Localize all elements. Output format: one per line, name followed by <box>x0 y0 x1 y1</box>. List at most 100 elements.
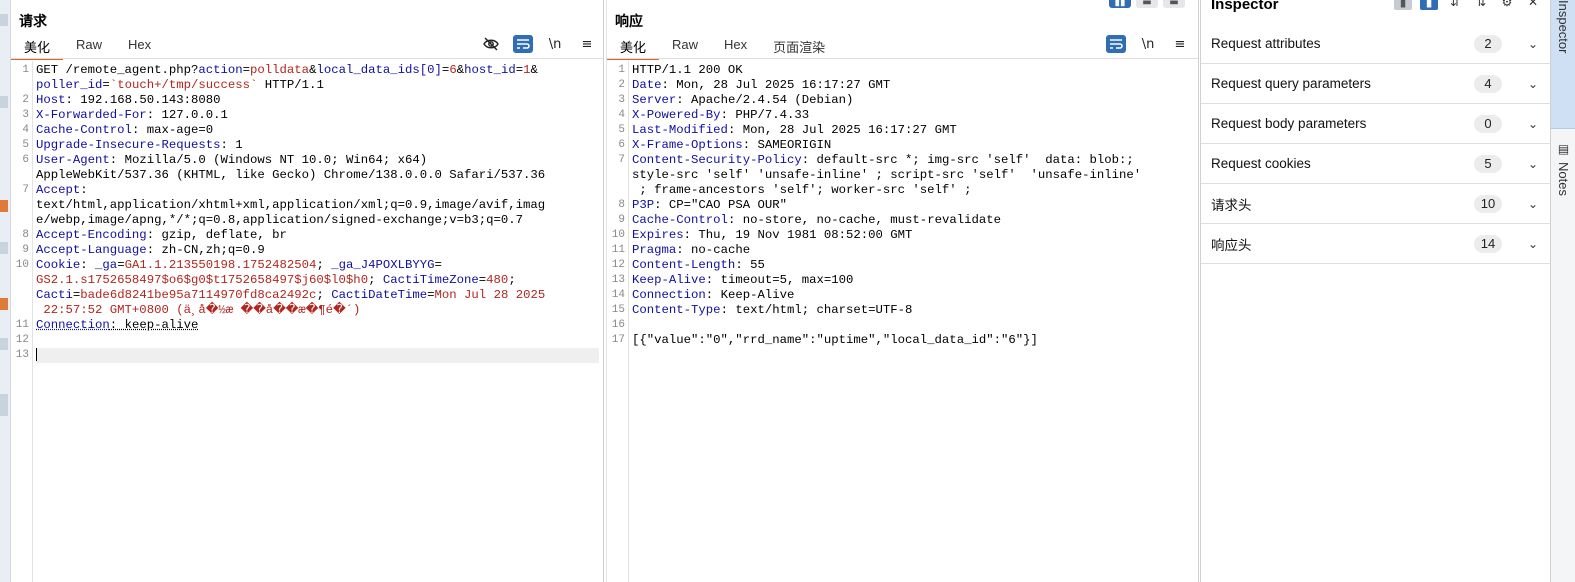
edge-mark <box>0 338 8 350</box>
split-vertical-icon[interactable]: ▬ <box>1136 0 1158 8</box>
chevron-down-icon[interactable]: ⌄ <box>1528 117 1538 131</box>
close-icon[interactable]: ✕ <box>1524 0 1542 10</box>
inspector-panel: Inspector ▮ ▮ ⇵ ⇅ ⚙ ✕ Request attributes… <box>1200 0 1550 582</box>
layout-buttons: ▮▮ ▬ ▬ <box>1109 0 1185 8</box>
tab-raw[interactable]: Raw <box>659 34 711 58</box>
code-line: 10 Expires: Thu, 19 Nov 1981 08:52:00 GMT <box>632 228 1194 243</box>
edge-mark <box>0 298 8 310</box>
code-line: 9 Cache-Control: no-store, no-cache, must… <box>632 213 1194 228</box>
code-line: 12 Content-Length: 55 <box>632 258 1194 273</box>
code-line: 3 Server: Apache/2.4.54 (Debian) <box>632 93 1194 108</box>
chevron-down-icon[interactable]: ⌄ <box>1528 37 1538 51</box>
section-label: Request attributes <box>1211 36 1321 51</box>
text-caret <box>36 348 37 361</box>
layout-right-icon[interactable]: ▮ <box>1420 0 1438 10</box>
tab-render[interactable]: 页面渲染 <box>760 34 838 58</box>
code-line: 2 Date: Mon, 28 Jul 2025 16:17:27 GMT <box>632 78 1194 93</box>
eye-slash-icon[interactable] <box>481 35 501 53</box>
edge-mark <box>0 96 8 108</box>
notes-icon: ▤ <box>1558 142 1569 156</box>
code-line: ; frame-ancestors 'self'; worker-src 'se… <box>632 183 1194 198</box>
split-horizontal-icon[interactable]: ▮▮ <box>1109 0 1131 8</box>
edge-mark <box>0 242 8 254</box>
code-line: 7 Content-Security-Policy: default-src *;… <box>632 153 1194 168</box>
tab-pretty[interactable]: 美化 <box>607 34 659 60</box>
request-title: 请求 <box>19 11 47 31</box>
tab-hex[interactable]: Hex <box>711 34 760 58</box>
section-request-headers[interactable]: 请求头 10 ⌄ <box>1201 184 1550 224</box>
inspector-sections: Request attributes 2 ⌄ Request query par… <box>1201 24 1550 264</box>
request-tabs: 美化 Raw Hex <box>11 34 164 58</box>
section-label: Request body parameters <box>1211 116 1366 131</box>
collapse-all-icon[interactable]: ⇅ <box>1472 0 1490 10</box>
response-tabs: 美化 Raw Hex 页面渲染 <box>607 34 838 58</box>
count-badge: 5 <box>1474 155 1502 173</box>
wrap-icon[interactable] <box>1106 35 1126 53</box>
response-toolbar: \n ≡ <box>1106 35 1190 53</box>
code-line: 13 Keep-Alive: timeout=5, max=100 <box>632 273 1194 288</box>
menu-icon[interactable]: ≡ <box>1170 35 1190 53</box>
response-pane: 响应 美化 Raw Hex 页面渲染 \n ≡ 1 HTTP/1.1 200 OK… <box>606 0 1199 582</box>
chevron-down-icon[interactable]: ⌄ <box>1528 237 1538 251</box>
section-label: 响应头 <box>1211 234 1252 254</box>
section-label: Request cookies <box>1211 156 1311 171</box>
tabs-layout-icon[interactable]: ▬ <box>1163 0 1185 8</box>
side-tab-notes[interactable]: ▤ Notes <box>1551 142 1575 222</box>
code-line: 17 [{"value":"0","rrd_name":"uptime","loc… <box>632 333 1194 348</box>
inspector-toolbar: ▮ ▮ ⇵ ⇅ ⚙ ✕ <box>1394 0 1542 10</box>
chevron-down-icon[interactable]: ⌄ <box>1528 157 1538 171</box>
newline-toggle[interactable]: \n <box>545 35 565 53</box>
code-line: 1 HTTP/1.1 200 OK <box>632 63 1194 78</box>
section-label: 请求头 <box>1211 194 1252 214</box>
count-badge: 10 <box>1474 195 1502 213</box>
newline-toggle[interactable]: \n <box>1138 35 1158 53</box>
chevron-down-icon[interactable]: ⌄ <box>1528 77 1538 91</box>
section-request-query-parameters[interactable]: Request query parameters 4 ⌄ <box>1201 64 1550 104</box>
request-editor[interactable]: 1 GET /remote_agent.php?action=polldata&l… <box>11 61 603 582</box>
response-editor[interactable]: 1 HTTP/1.1 200 OK 2 Date: Mon, 28 Jul 2025 … <box>607 61 1198 582</box>
code-line: 4 X-Powered-By: PHP/7.4.33 <box>632 108 1194 123</box>
side-tab-label: Inspector <box>1556 0 1571 53</box>
wrap-icon[interactable] <box>513 35 533 53</box>
count-badge: 4 <box>1474 75 1502 93</box>
code-line: 11 Pragma: no-cache <box>632 243 1194 258</box>
code-line: 6 X-Frame-Options: SAMEORIGIN <box>632 138 1194 153</box>
code-line: style-src 'self' 'unsafe-inline' ; scrip… <box>632 168 1194 183</box>
tab-raw[interactable]: Raw <box>63 34 115 58</box>
section-request-body-parameters[interactable]: Request body parameters 0 ⌄ <box>1201 104 1550 144</box>
left-edge-strip <box>0 0 11 582</box>
side-tab-inspector[interactable]: Inspector <box>1551 0 1575 129</box>
inspector-title: Inspector <box>1211 0 1279 13</box>
chevron-down-icon[interactable]: ⌄ <box>1528 197 1538 211</box>
tab-divider <box>607 58 1198 59</box>
section-response-headers[interactable]: 响应头 14 ⌄ <box>1201 224 1550 264</box>
tab-hex[interactable]: Hex <box>115 34 164 58</box>
count-badge: 14 <box>1474 235 1502 253</box>
code-line: 14 Connection: Keep-Alive <box>632 288 1194 303</box>
code-line: 16 <box>632 318 1194 333</box>
response-title: 响应 <box>615 11 643 31</box>
section-label: Request query parameters <box>1211 76 1371 91</box>
menu-icon[interactable]: ≡ <box>577 35 597 53</box>
side-tab-label: Notes <box>1556 162 1571 196</box>
tab-pretty[interactable]: 美化 <box>11 34 63 60</box>
code-line: 8 P3P: CP="CAO PSA OUR" <box>632 198 1194 213</box>
count-badge: 0 <box>1474 115 1502 133</box>
layout-left-icon[interactable]: ▮ <box>1394 0 1412 10</box>
request-pane: 请求 美化 Raw Hex \n ≡ 1 GET /remote_agent.ph… <box>11 0 604 582</box>
edge-mark <box>0 14 8 26</box>
request-code[interactable]: 1 GET /remote_agent.php?action=polldata&l… <box>36 63 599 363</box>
section-request-attributes[interactable]: Request attributes 2 ⌄ <box>1201 24 1550 64</box>
code-line: 5 Last-Modified: Mon, 28 Jul 2025 16:17:2… <box>632 123 1194 138</box>
edge-mark <box>0 200 8 212</box>
side-tab-strip: Inspector ▤ Notes <box>1550 0 1575 582</box>
section-request-cookies[interactable]: Request cookies 5 ⌄ <box>1201 144 1550 184</box>
count-badge: 2 <box>1474 35 1502 53</box>
gear-icon[interactable]: ⚙ <box>1498 0 1516 10</box>
tab-divider <box>11 58 603 59</box>
request-toolbar: \n ≡ <box>481 35 597 53</box>
response-code[interactable]: 1 HTTP/1.1 200 OK 2 Date: Mon, 28 Jul 2025 … <box>632 63 1194 348</box>
expand-all-icon[interactable]: ⇵ <box>1446 0 1464 10</box>
edge-mark <box>0 394 8 416</box>
code-line: 15 Content-Type: text/html; charset=UTF-8 <box>632 303 1194 318</box>
